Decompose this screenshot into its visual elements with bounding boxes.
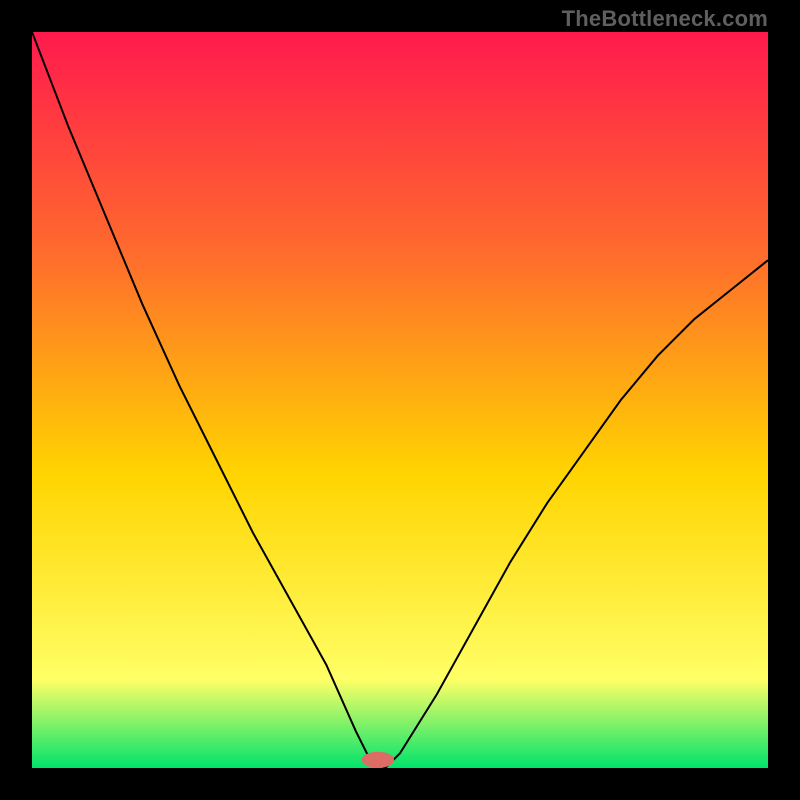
chart-svg — [32, 32, 768, 768]
optimum-marker — [362, 752, 394, 768]
gradient-background — [32, 32, 768, 768]
plot-area — [32, 32, 768, 768]
chart-frame: TheBottleneck.com — [0, 0, 800, 800]
watermark-label: TheBottleneck.com — [562, 6, 768, 32]
